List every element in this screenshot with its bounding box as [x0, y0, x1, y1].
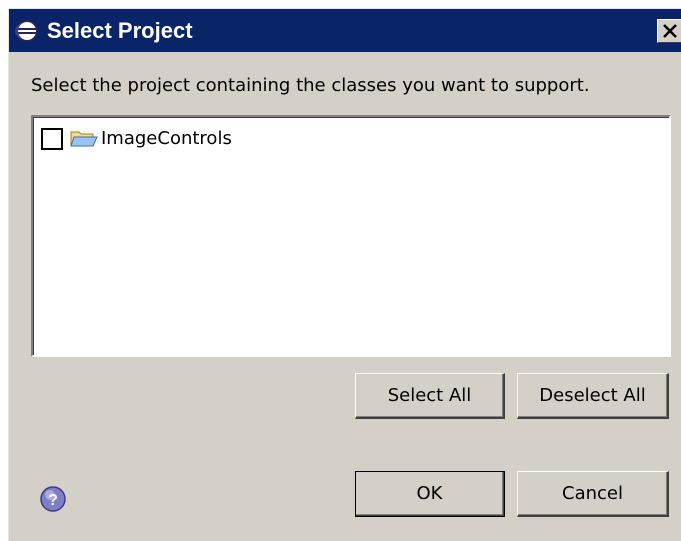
instruction-text: Select the project containing the classe…: [31, 75, 590, 96]
cancel-button[interactable]: Cancel: [517, 471, 669, 517]
ok-button[interactable]: OK: [355, 471, 505, 517]
select-all-button[interactable]: Select All: [355, 373, 505, 419]
close-button[interactable]: [657, 19, 681, 43]
tree-item-label: ImageControls: [101, 128, 232, 149]
svg-text:?: ?: [48, 492, 58, 509]
dialog-title: Select Project: [47, 18, 193, 43]
folder-open-icon: [70, 131, 98, 147]
deselect-all-button[interactable]: Deselect All: [517, 373, 669, 419]
title-bar[interactable]: Select Project: [9, 9, 681, 52]
tree-item-imagecontrols[interactable]: ImageControls: [41, 127, 232, 151]
close-icon: [663, 24, 677, 38]
project-checkbox[interactable]: [41, 128, 63, 150]
eclipse-icon: [15, 20, 38, 42]
select-project-dialog: Select Project Select the project contai…: [8, 8, 681, 541]
project-tree[interactable]: ImageControls: [31, 115, 671, 357]
help-icon[interactable]: ?: [39, 485, 67, 513]
